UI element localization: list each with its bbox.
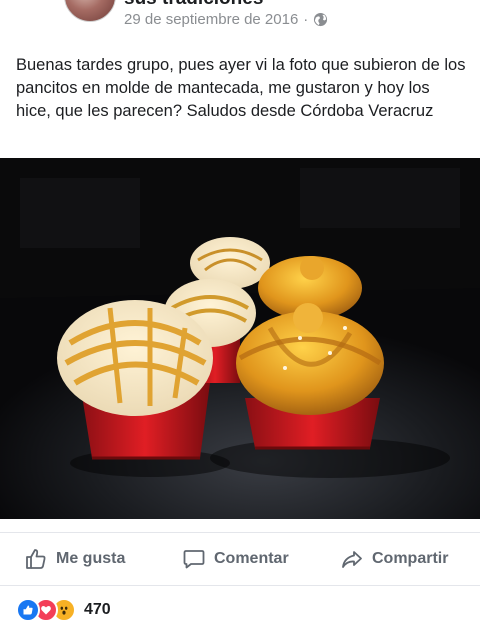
- comment-icon: [183, 550, 205, 569]
- like-button[interactable]: Me gusta: [24, 547, 125, 571]
- share-button[interactable]: Compartir: [340, 547, 448, 571]
- post-text: Buenas tardes grupo, pues ayer vi la fot…: [16, 56, 466, 120]
- reaction-count: 470: [84, 601, 111, 618]
- post-meta: 29 de septiembre de 2016 ·: [124, 11, 328, 28]
- comment-label: Comentar: [214, 550, 289, 567]
- like-label: Me gusta: [56, 550, 126, 567]
- post-header: sus tradiciones 29 de septiembre de 2016…: [0, 0, 480, 40]
- post-photo[interactable]: [0, 158, 480, 519]
- reactions-summary[interactable]: 470: [16, 598, 111, 622]
- share-label: Compartir: [372, 550, 449, 567]
- like-icon: [16, 598, 40, 622]
- globe-icon: [313, 12, 328, 27]
- group-name[interactable]: sus tradiciones: [124, 0, 263, 10]
- thumbs-up-icon: [26, 549, 46, 569]
- post-actions-bar: Me gusta Comentar Compartir: [0, 532, 480, 586]
- group-avatar[interactable]: [64, 0, 116, 22]
- photo-conchas-and-pan-de-muerto: [0, 158, 480, 519]
- comment-button[interactable]: Comentar: [182, 547, 289, 571]
- post-timestamp[interactable]: 29 de septiembre de 2016: [124, 11, 298, 28]
- share-arrow-icon: [342, 551, 362, 568]
- meta-separator: ·: [303, 11, 309, 28]
